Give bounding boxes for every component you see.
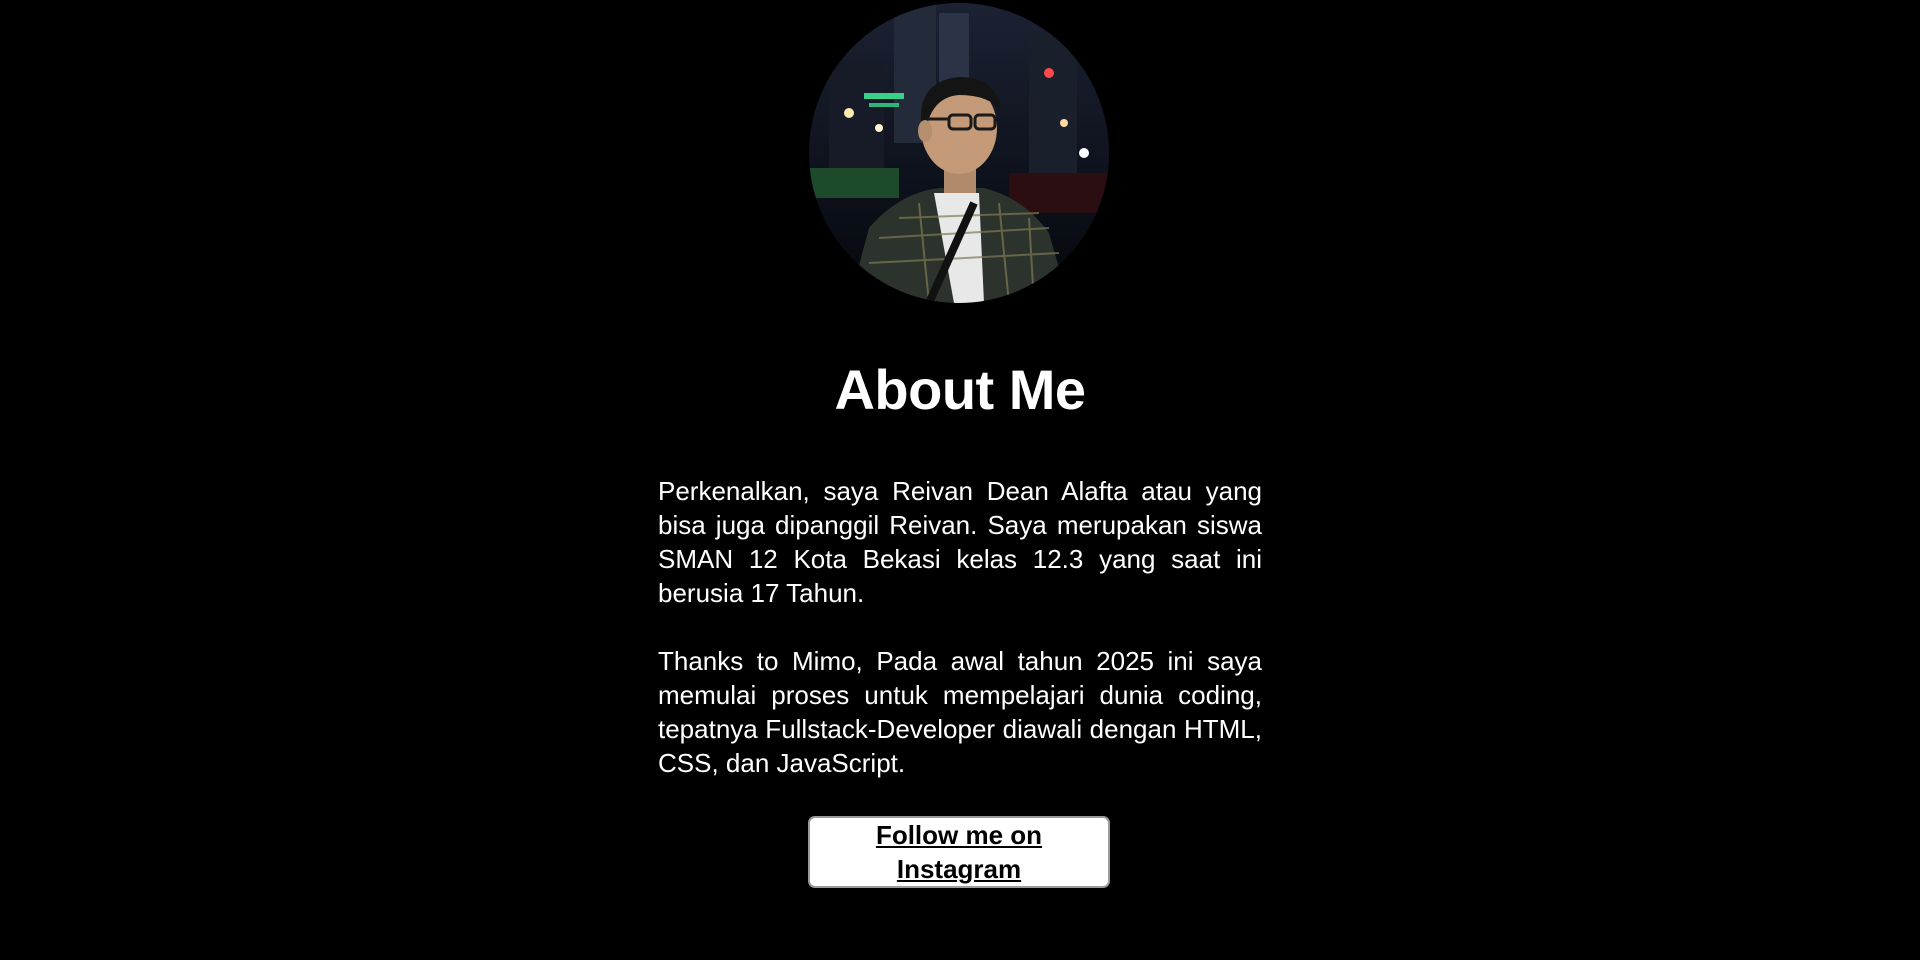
profile-photo-illustration [809, 3, 1109, 303]
instagram-follow-button[interactable]: Follow me on Instagram [808, 816, 1110, 888]
instagram-follow-label: Follow me on Instagram [875, 820, 1043, 884]
profile-photo [809, 3, 1109, 303]
about-page: About Me Perkenalkan, saya Reivan Dean A… [0, 0, 1920, 960]
bio-paragraph-coding: Thanks to Mimo, Pada awal tahun 2025 ini… [658, 646, 1262, 778]
bio-paragraph-intro: Perkenalkan, saya Reivan Dean Alafta ata… [658, 476, 1262, 608]
page-title: About Me [834, 358, 1086, 421]
